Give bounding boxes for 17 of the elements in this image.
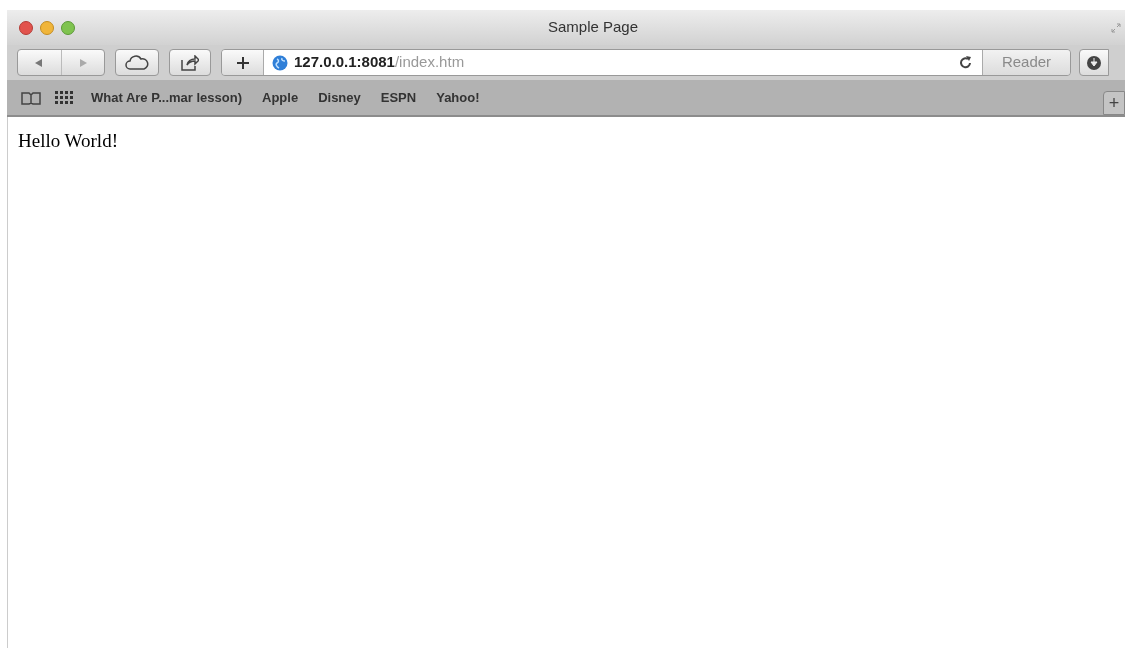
bookmark-link[interactable]: Disney xyxy=(318,87,361,108)
cloud-icon[interactable] xyxy=(115,49,159,76)
back-icon[interactable] xyxy=(34,57,45,68)
top-sites-icon[interactable] xyxy=(55,90,73,105)
reading-list-icon[interactable] xyxy=(21,90,41,105)
bookmark-link[interactable]: Apple xyxy=(262,87,299,108)
window-title: Sample Page xyxy=(547,17,639,38)
download-icon[interactable] xyxy=(1079,49,1109,76)
page-text: Hello World! xyxy=(18,129,119,153)
bookmark-link[interactable]: What Are P...mar lesson) xyxy=(91,87,242,108)
close-button[interactable] xyxy=(19,20,33,35)
zoom-button[interactable] xyxy=(61,20,75,35)
new-tab-button[interactable]: + xyxy=(1103,90,1125,115)
bookmark-link[interactable]: ESPN xyxy=(380,87,417,108)
back-forward-buttons[interactable] xyxy=(17,49,105,76)
bookmark-link[interactable]: Yahoo! xyxy=(436,87,480,108)
share-icon[interactable] xyxy=(169,49,211,76)
